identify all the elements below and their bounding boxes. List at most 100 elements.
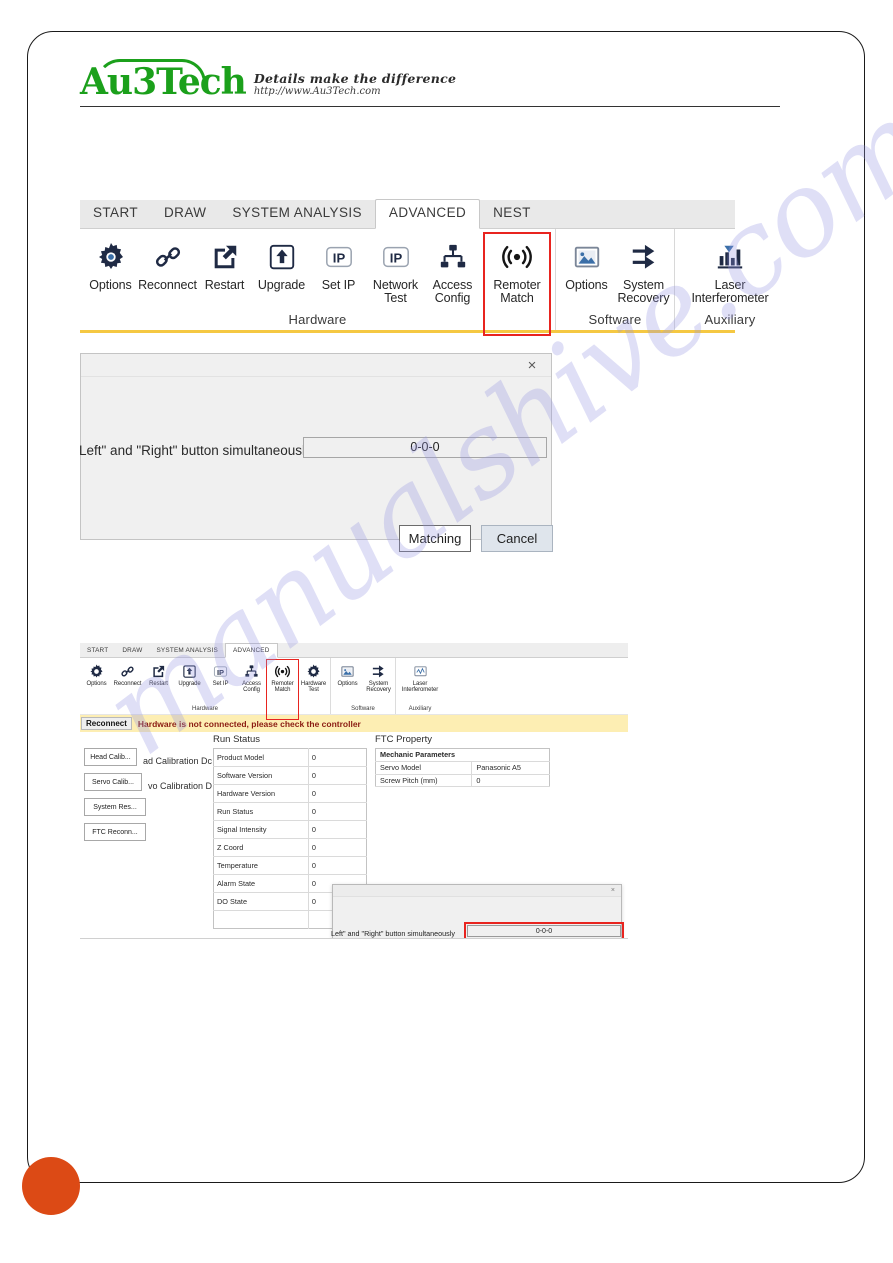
ribbon-button-restart[interactable]: Restart	[196, 235, 253, 312]
pairing-number-field[interactable]: 0-0-0	[303, 437, 547, 458]
ribbon-button-set-ip[interactable]: IP Set IP	[205, 661, 236, 706]
dialog-instruction: Left" and "Right" button simultaneously	[331, 929, 455, 938]
ribbon-button-restart[interactable]: Restart	[143, 661, 174, 706]
table-row: Software Version 0	[213, 766, 367, 785]
run-status-value: 0	[307, 838, 367, 857]
reconnect-button[interactable]: Reconnect	[81, 717, 132, 730]
ribbon-label: Remoter Match	[271, 681, 294, 694]
ribbon-button-options[interactable]: Options	[82, 235, 139, 312]
ribbon-label: Restart	[204, 278, 245, 292]
ribbon-group-label: Hardware	[288, 312, 347, 327]
ribbon-group-auxiliary: Laser Interferometer Auxiliary	[674, 229, 785, 330]
tab-system-analysis[interactable]: SYSTEM ANALYSIS	[219, 200, 375, 228]
ftc-key: Screw Pitch (mm)	[375, 774, 472, 788]
close-icon[interactable]: ×	[611, 887, 621, 894]
wireless-signal-icon	[274, 661, 291, 681]
network-tree-icon	[438, 237, 468, 277]
ribbon-button-reconnect[interactable]: Reconnect	[112, 661, 143, 706]
upload-box-icon	[267, 237, 297, 277]
tab-advanced[interactable]: ADVANCED	[224, 643, 278, 658]
matching-button[interactable]: Matching	[399, 525, 471, 552]
tab-start[interactable]: START	[80, 644, 115, 657]
brand-tagline: Details make the difference	[253, 70, 457, 86]
figure2-tab-bar: START DRAW SYSTEM ANALYSIS ADVANCED	[80, 643, 628, 658]
ribbon-button-remoter-match[interactable]: Remoter Match	[481, 232, 553, 336]
ribbon-button-remoter-match[interactable]: Remoter Match	[266, 659, 299, 720]
picture-icon	[572, 237, 602, 277]
tab-system-analysis[interactable]: SYSTEM ANALYSIS	[149, 644, 224, 657]
upload-box-icon	[182, 661, 197, 681]
ribbon-label: Hardware Test	[300, 681, 327, 694]
pairing-number-highlight	[464, 922, 624, 938]
run-status-key: Alarm State	[213, 874, 309, 893]
run-status-value: 0	[307, 856, 367, 875]
header-divider	[80, 106, 780, 107]
cancel-button[interactable]: Cancel	[481, 525, 553, 552]
table-row: Product Model 0	[213, 748, 367, 767]
table-row: Servo Model Panasonic A5	[375, 761, 550, 775]
run-status-key: DO State	[213, 892, 309, 911]
ftc-value: 0	[471, 774, 550, 788]
ribbon-label: Upgrade	[178, 681, 201, 687]
picture-icon	[340, 661, 355, 681]
ribbon-button-access-config[interactable]: Access Config	[424, 235, 481, 312]
ribbon-label: Upgrade	[257, 278, 306, 292]
ftc-value: Panasonic A5	[471, 761, 550, 775]
table-row: Signal Intensity 0	[213, 820, 367, 839]
tab-draw[interactable]: DRAW	[115, 644, 149, 657]
ftc-key: Servo Model	[375, 761, 472, 775]
ribbon-button-software-options[interactable]: Options	[332, 661, 363, 706]
ribbon-button-reconnect[interactable]: Reconnect	[138, 235, 197, 312]
ribbon-label: Options	[89, 278, 132, 292]
ribbon-button-upgrade[interactable]: Upgrade	[174, 661, 205, 706]
hardware-warning-bar: Reconnect Hardware is not connected, ple…	[80, 715, 628, 732]
ribbon-label: Laser Interferometer	[401, 681, 439, 694]
ribbon-button-network-test[interactable]: IP Network Test	[367, 235, 424, 312]
brand-url: http://www.Au3Tech.com	[253, 86, 381, 97]
ribbon-label: Options	[337, 681, 358, 687]
servo-calibration-caption: vo Calibration D	[147, 780, 212, 791]
figure2-ribbon: Options Reconnect Restart Upgrade IP Set…	[80, 658, 628, 720]
ribbon-label: Reconnect	[138, 278, 197, 292]
ribbon-button-upgrade[interactable]: Upgrade	[253, 235, 310, 312]
bar-chart-icon	[714, 237, 746, 277]
figure2-main-panel: Head Calib... ad Calibration Dc Servo Ca…	[80, 732, 628, 938]
ribbon-button-set-ip[interactable]: IP Set IP	[310, 235, 367, 312]
run-status-value: 0	[307, 820, 367, 839]
ribbon-button-software-options[interactable]: Options	[558, 235, 615, 312]
ribbon-group-label: Software	[351, 706, 375, 712]
tab-advanced[interactable]: ADVANCED	[374, 199, 481, 229]
remoter-match-dialog: × Left" and "Right" button simultaneousl…	[331, 884, 624, 938]
gear-icon	[89, 661, 104, 681]
ribbon-button-system-recovery[interactable]: System Recovery	[363, 661, 394, 706]
ribbon-label: Set IP	[212, 681, 229, 687]
ribbon-button-system-recovery[interactable]: System Recovery	[615, 235, 672, 312]
ribbon-button-laser-interferometer[interactable]: Laser Interferometer	[397, 661, 443, 706]
close-icon[interactable]: ×	[523, 358, 551, 373]
ribbon-button-laser-interferometer[interactable]: Laser Interferometer	[677, 235, 783, 312]
ribbon-label: Set IP	[321, 278, 356, 292]
ribbon-group-software: Options System Recovery Software	[555, 229, 674, 330]
ribbon-label: Remoter Match	[493, 278, 541, 306]
ribbon-button-hardware-test[interactable]: Hardware Test	[298, 661, 329, 706]
tab-nest[interactable]: NEST	[480, 200, 544, 228]
ribbon-group-label: Hardware	[191, 706, 218, 712]
ftc-reconnect-button[interactable]: FTC Reconn...	[84, 823, 146, 841]
dialog-body: Left" and "Right" button simultaneously …	[331, 897, 624, 938]
run-status-value: 0	[307, 784, 367, 803]
table-row: Hardware Version 0	[213, 784, 367, 803]
tab-start[interactable]: START	[80, 200, 151, 228]
tab-draw[interactable]: DRAW	[151, 200, 219, 228]
calibration-button-column: Head Calib... ad Calibration Dc Servo Ca…	[84, 748, 212, 848]
run-status-key: Signal Intensity	[213, 820, 309, 839]
table-row: Screw Pitch (mm) 0	[375, 774, 550, 788]
run-status-key: Hardware Version	[213, 784, 309, 803]
ribbon-button-options[interactable]: Options	[81, 661, 112, 706]
head-calibration-button[interactable]: Head Calib...	[84, 748, 137, 766]
run-status-title: Run Status	[213, 734, 260, 745]
servo-calibration-button[interactable]: Servo Calib...	[84, 773, 142, 791]
system-reset-button[interactable]: System Res...	[84, 798, 146, 816]
ribbon-button-access-config[interactable]: Access Config	[236, 661, 267, 706]
run-status-value: 0	[307, 802, 367, 821]
ribbon-label: Options	[86, 681, 107, 687]
